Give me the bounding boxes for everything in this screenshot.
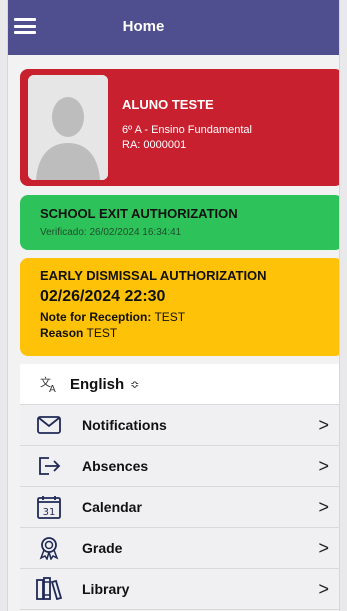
page-title: Home bbox=[122, 18, 165, 35]
menu-item-label: Notifications bbox=[82, 417, 167, 433]
chevron-right-icon: > bbox=[318, 415, 329, 435]
reception-note: Note for Reception: TEST bbox=[40, 310, 323, 324]
menu-item-notifications[interactable]: Notifications > bbox=[20, 405, 339, 446]
chevron-right-icon: > bbox=[318, 538, 329, 558]
reception-note-label: Note for Reception: bbox=[40, 310, 152, 324]
exit-verified-timestamp: Verificado: 26/02/2024 16:34:41 bbox=[40, 227, 182, 238]
app-frame: Home ALUNO TESTE 6º A - Ensino Fundament… bbox=[8, 0, 339, 611]
translate-icon: 文 A bbox=[40, 375, 70, 393]
early-dismissal-authorization-card[interactable]: EARLY DISMISSAL AUTHORIZATION 02/26/2024… bbox=[20, 258, 339, 356]
menu-item-label: Absences bbox=[82, 458, 149, 474]
menu-item-label: Calendar bbox=[82, 499, 142, 515]
exit-arrow-icon bbox=[36, 455, 62, 477]
menu-item-grade[interactable]: Grade > bbox=[20, 528, 339, 569]
dismissal-reason: Reason TEST bbox=[40, 326, 323, 340]
early-dismissal-datetime: 02/26/2024 22:30 bbox=[40, 288, 166, 305]
reason-value: TEST bbox=[86, 326, 118, 340]
chevron-right-icon: > bbox=[318, 497, 329, 517]
calendar-icon: 31 bbox=[36, 496, 62, 519]
menu-item-label: Grade bbox=[82, 540, 123, 556]
select-caret-icon: ≎ bbox=[130, 378, 140, 391]
menu-item-label: Library bbox=[82, 581, 130, 597]
reception-note-value: TEST bbox=[154, 310, 186, 324]
menu-list: 文 A English ≎ Notifications > Absences >… bbox=[20, 364, 339, 610]
chevron-right-icon: > bbox=[318, 456, 329, 476]
app-bar: Home bbox=[8, 0, 339, 55]
chevron-right-icon: > bbox=[318, 579, 329, 599]
svg-text:31: 31 bbox=[43, 507, 56, 518]
reason-label: Reason bbox=[40, 326, 84, 340]
language-selector[interactable]: 文 A English ≎ bbox=[20, 364, 339, 405]
envelope-icon bbox=[36, 414, 62, 436]
student-class: 6º A - Ensino Fundamental bbox=[122, 124, 252, 136]
early-dismissal-title: EARLY DISMISSAL AUTHORIZATION bbox=[40, 268, 267, 283]
language-value: English bbox=[70, 375, 125, 393]
exit-authorization-title: SCHOOL EXIT AUTHORIZATION bbox=[40, 206, 238, 221]
award-ribbon-icon bbox=[36, 537, 62, 560]
student-name: ALUNO TESTE bbox=[122, 97, 214, 112]
student-card[interactable]: ALUNO TESTE 6º A - Ensino Fundamental RA… bbox=[20, 69, 339, 186]
avatar bbox=[28, 75, 108, 180]
person-silhouette-icon bbox=[28, 75, 108, 180]
student-ra: RA: 0000001 bbox=[122, 139, 187, 151]
menu-item-absences[interactable]: Absences > bbox=[20, 446, 339, 487]
menu-item-calendar[interactable]: 31 Calendar > bbox=[20, 487, 339, 528]
menu-item-library[interactable]: Library > bbox=[20, 569, 339, 610]
school-exit-authorization-card[interactable]: SCHOOL EXIT AUTHORIZATION Verificado: 26… bbox=[20, 195, 339, 250]
books-icon bbox=[36, 577, 62, 601]
svg-text:A: A bbox=[49, 384, 56, 393]
